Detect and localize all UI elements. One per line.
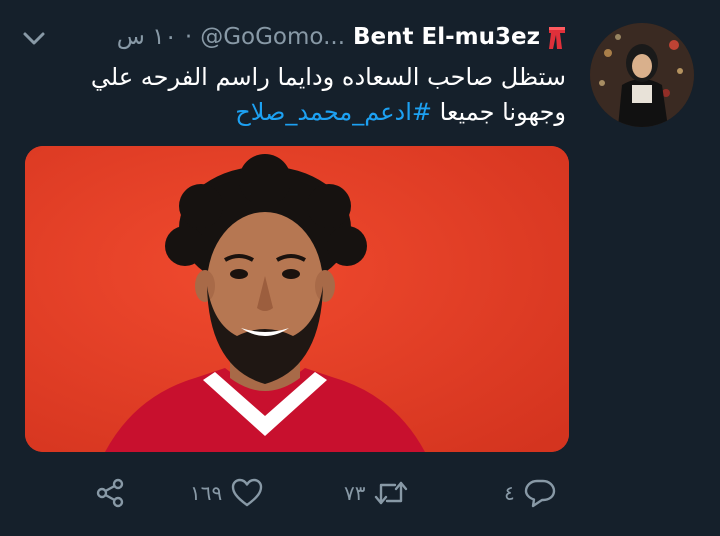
share-button[interactable] (94, 476, 126, 510)
tweet-header: Bent El-mu3ez @GoGomo... · ١٠ س (117, 22, 566, 52)
tweet-timestamp[interactable]: ١٠ س (117, 24, 177, 50)
retweet-button[interactable]: ٧٣ (344, 476, 409, 510)
meta-separator: · (184, 24, 193, 50)
share-icon (96, 478, 124, 508)
display-name[interactable]: Bent El-mu3ez (353, 24, 540, 50)
tweet-menu-caret[interactable] (20, 26, 48, 50)
player-photo (25, 146, 569, 452)
chevron-down-icon (23, 32, 45, 45)
tweet-text-line-1: ستظل صاحب السعاده ودايما راسم الفرحه علي (90, 63, 566, 91)
like-button[interactable]: ١٦٩ (190, 476, 264, 510)
avatar[interactable] (590, 23, 694, 127)
tweet-actions: ١٦٩ ٧٣ ٤ (0, 468, 720, 518)
user-handle[interactable]: @GoGomo... (200, 24, 345, 50)
reply-button[interactable]: ٤ (504, 476, 557, 510)
avatar-photo (590, 23, 694, 127)
tweet-media-image[interactable] (25, 146, 569, 452)
hashtag-link[interactable]: #ادعم_محمد_صلاح (235, 98, 432, 126)
retweet-icon (375, 481, 408, 505)
red-scarf-icon (548, 24, 566, 50)
reply-count: ٤ (504, 481, 515, 505)
like-count: ١٦٩ (190, 481, 223, 505)
tweet-text-line-2: وجهونا جميعا #ادعم_محمد_صلاح (26, 95, 566, 130)
like-icon (232, 478, 263, 507)
retweet-count: ٧٣ (344, 481, 366, 505)
tweet-text: ستظل صاحب السعاده ودايما راسم الفرحه علي… (26, 60, 566, 130)
reply-icon (524, 479, 555, 508)
tweet-text-line-2-prefix: وجهونا جميعا (432, 98, 566, 126)
